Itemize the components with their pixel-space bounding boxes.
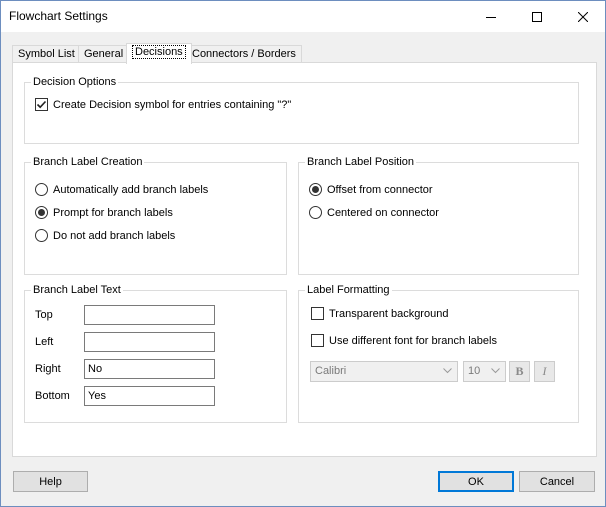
- top-label: Top: [35, 309, 53, 321]
- bottom-label: Bottom: [35, 390, 70, 402]
- decisions-tab-panel: Decision Options Create Decision symbol …: [12, 62, 597, 457]
- minimize-button[interactable]: [468, 1, 514, 32]
- create-decision-label: Create Decision symbol for entries conta…: [53, 98, 292, 111]
- bottom-input[interactable]: [84, 386, 215, 406]
- chevron-down-icon: [491, 368, 500, 374]
- font-name-select[interactable]: Calibri: [310, 361, 458, 382]
- branch-label-creation-group: Branch Label Creation Automatically add …: [24, 156, 287, 275]
- flowchart-settings-dialog: Flowchart Settings Symbol List General D…: [0, 0, 606, 507]
- different-font-option[interactable]: Use different font for branch labels: [311, 334, 497, 347]
- no-labels-label: Do not add branch labels: [53, 229, 176, 242]
- label-formatting-group: Label Formatting Transparent background …: [298, 284, 579, 423]
- transparent-background-label: Transparent background: [329, 307, 449, 320]
- offset-from-connector-option[interactable]: Offset from connector: [309, 183, 433, 196]
- right-input[interactable]: [84, 359, 215, 379]
- auto-add-labels-option[interactable]: Automatically add branch labels: [35, 183, 208, 196]
- tab-general[interactable]: General: [78, 45, 130, 63]
- radio-selected-dot: [312, 186, 319, 193]
- maximize-button[interactable]: [514, 1, 560, 32]
- offset-from-connector-label: Offset from connector: [327, 183, 433, 196]
- tab-decisions[interactable]: Decisions: [126, 43, 192, 64]
- centered-on-connector-radio[interactable]: [309, 206, 322, 219]
- decision-options-group: Decision Options Create Decision symbol …: [24, 76, 579, 144]
- minimize-icon: [486, 16, 496, 18]
- maximize-icon: [532, 11, 542, 22]
- window-title: Flowchart Settings: [9, 9, 108, 23]
- checkmark-icon: [36, 100, 47, 109]
- prompt-labels-option[interactable]: Prompt for branch labels: [35, 206, 173, 219]
- auto-add-labels-label: Automatically add branch labels: [53, 183, 209, 196]
- close-icon: [578, 11, 588, 22]
- font-size-select[interactable]: 10: [463, 361, 506, 382]
- different-font-checkbox[interactable]: [311, 334, 324, 347]
- branch-label-text-group: Branch Label Text Top Left Right Bottom: [24, 284, 287, 423]
- help-button[interactable]: Help: [13, 471, 88, 492]
- transparent-background-option[interactable]: Transparent background: [311, 307, 448, 320]
- create-decision-option[interactable]: Create Decision symbol for entries conta…: [35, 98, 291, 111]
- decision-options-title: Decision Options: [31, 76, 119, 88]
- cancel-button[interactable]: Cancel: [519, 471, 595, 492]
- label-formatting-title: Label Formatting: [305, 284, 392, 296]
- branch-label-creation-title: Branch Label Creation: [31, 156, 145, 168]
- bold-button[interactable]: B: [509, 361, 530, 382]
- left-label: Left: [35, 336, 54, 348]
- branch-label-position-group: Branch Label Position Offset from connec…: [298, 156, 579, 275]
- prompt-labels-radio[interactable]: [35, 206, 48, 219]
- tab-symbol-list[interactable]: Symbol List: [12, 45, 81, 63]
- right-label: Right: [35, 363, 61, 375]
- transparent-background-checkbox[interactable]: [311, 307, 324, 320]
- no-labels-radio[interactable]: [35, 229, 48, 242]
- create-decision-checkbox[interactable]: [35, 98, 48, 111]
- close-button[interactable]: [560, 1, 606, 32]
- centered-on-connector-label: Centered on connector: [327, 206, 439, 219]
- offset-from-connector-radio[interactable]: [309, 183, 322, 196]
- radio-selected-dot: [38, 209, 45, 216]
- chevron-down-icon: [443, 368, 452, 374]
- tab-connectors-borders[interactable]: Connectors / Borders: [186, 45, 302, 63]
- italic-button[interactable]: I: [534, 361, 555, 382]
- different-font-label: Use different font for branch labels: [329, 334, 497, 347]
- centered-on-connector-option[interactable]: Centered on connector: [309, 206, 439, 219]
- top-input[interactable]: [84, 305, 215, 325]
- auto-add-labels-radio[interactable]: [35, 183, 48, 196]
- left-input[interactable]: [84, 332, 215, 352]
- branch-label-text-title: Branch Label Text: [31, 284, 123, 296]
- title-bar: Flowchart Settings: [1, 1, 605, 32]
- no-labels-option[interactable]: Do not add branch labels: [35, 229, 175, 242]
- ok-button[interactable]: OK: [438, 471, 514, 492]
- prompt-labels-label: Prompt for branch labels: [53, 206, 173, 219]
- branch-label-position-title: Branch Label Position: [305, 156, 417, 168]
